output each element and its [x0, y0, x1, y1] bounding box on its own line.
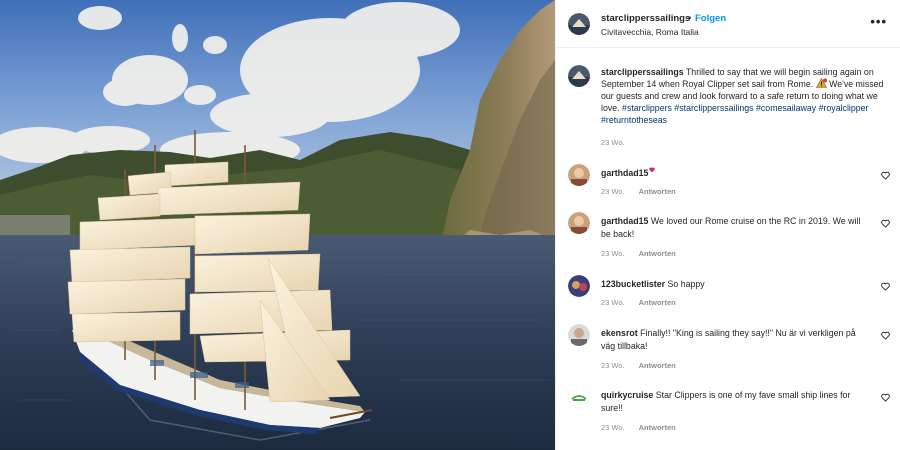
comment-username[interactable]: garthdad15	[601, 216, 648, 226]
comment-meta: 23 Wo. Antworten	[601, 249, 676, 258]
post-location[interactable]: Civitavecchia, Roma Italia	[601, 27, 699, 37]
reply-button[interactable]: Antworten	[639, 361, 676, 370]
commenter-avatar[interactable]	[568, 275, 590, 297]
caption-text: starclipperssailings Thrilled to say tha…	[601, 66, 891, 126]
comment-time[interactable]: 23 Wo.	[601, 298, 625, 307]
comment-meta: 23 Wo. Antworten	[601, 361, 676, 370]
comment-body: ekensrot Finally!! "King is sailing they…	[601, 327, 871, 352]
comment-body: garthdad15 We loved our Rome cruise on t…	[601, 215, 871, 240]
comment-body: 123bucketlister So happy	[601, 278, 871, 291]
comment-text: So happy	[667, 279, 705, 289]
comment-meta: 23 Wo. Antworten	[601, 187, 676, 196]
comment-meta: 23 Wo. Antworten	[601, 298, 676, 307]
comment-username[interactable]: garthdad15	[601, 168, 648, 178]
reply-button[interactable]: Antworten	[639, 249, 676, 258]
like-heart-icon[interactable]	[881, 171, 890, 180]
instagram-post-view: starclipperssailings • Folgen Civitavecc…	[0, 0, 900, 450]
comment-body: garthdad15	[601, 167, 871, 180]
warning-emoji-icon	[815, 78, 827, 88]
reply-button[interactable]: Antworten	[639, 423, 676, 432]
comment-time[interactable]: 23 Wo.	[601, 423, 625, 432]
comment-text: Finally!! "King is sailing they say!!" N…	[601, 328, 856, 351]
red-heart-emoji-icon	[649, 167, 656, 173]
sailing-ship-photo	[0, 0, 555, 450]
reply-button[interactable]: Antworten	[639, 187, 676, 196]
reply-button[interactable]: Antworten	[639, 298, 676, 307]
like-heart-icon[interactable]	[881, 393, 890, 402]
like-heart-icon[interactable]	[881, 219, 890, 228]
more-options-icon[interactable]: •••	[870, 14, 887, 29]
commenter-avatar[interactable]	[568, 164, 590, 186]
comment-username[interactable]: 123bucketlister	[601, 279, 665, 289]
comment-username[interactable]: ekensrot	[601, 328, 638, 338]
caption-hashtags[interactable]: #starclippers #starclipperssailings #com…	[601, 103, 868, 125]
post-photo[interactable]	[0, 0, 555, 450]
account-avatar[interactable]	[568, 13, 590, 35]
follow-button[interactable]: Folgen	[695, 13, 726, 24]
separator-dot: •	[688, 13, 692, 24]
post-header: starclipperssailings • Folgen Civitavecc…	[556, 0, 900, 48]
comment-username[interactable]: quirkycruise	[601, 390, 653, 400]
commenter-avatar[interactable]	[568, 212, 590, 234]
caption-username[interactable]: starclipperssailings	[601, 67, 684, 77]
caption-time[interactable]: 23 Wo.	[601, 138, 625, 147]
commenter-avatar[interactable]	[568, 386, 590, 408]
comment-meta: 23 Wo. Antworten	[601, 423, 676, 432]
comment-time[interactable]: 23 Wo.	[601, 187, 625, 196]
comment-time[interactable]: 23 Wo.	[601, 361, 625, 370]
post-sidebar: starclipperssailings • Folgen Civitavecc…	[555, 0, 900, 450]
commenter-avatar[interactable]	[568, 324, 590, 346]
caption-avatar[interactable]	[568, 65, 590, 87]
like-heart-icon[interactable]	[881, 331, 890, 340]
comment-body: quirkycruise Star Clippers is one of my …	[601, 389, 871, 414]
comment-time[interactable]: 23 Wo.	[601, 249, 625, 258]
like-heart-icon[interactable]	[881, 282, 890, 291]
post-username[interactable]: starclipperssailings	[601, 13, 690, 24]
